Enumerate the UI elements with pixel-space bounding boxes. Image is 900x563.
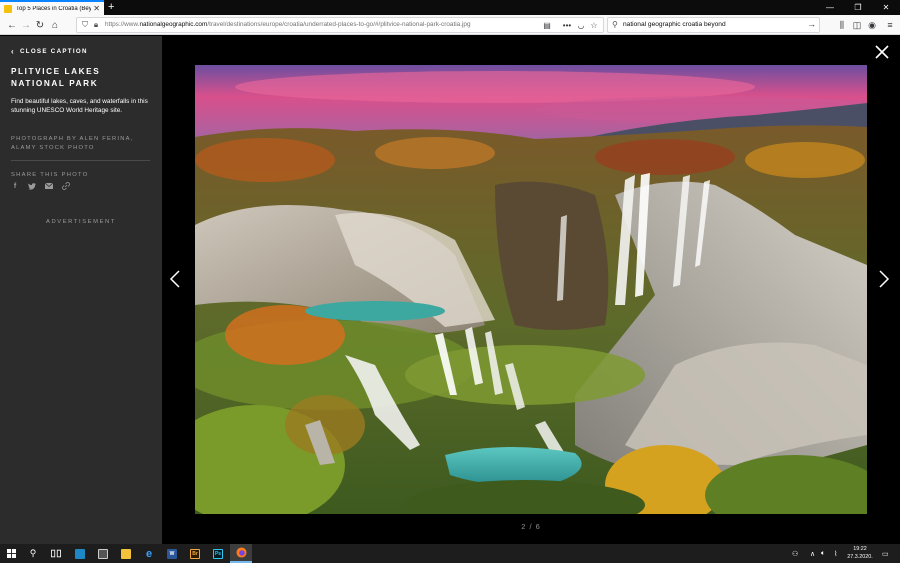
system-clock[interactable]: 19:22 27.3.2020. (840, 546, 880, 561)
firefox-icon[interactable] (230, 544, 252, 563)
url-prefix: https://www. (105, 21, 140, 28)
previous-photo-icon[interactable] (169, 269, 181, 289)
tray-chevron-icon[interactable]: ∧ (810, 544, 815, 563)
tab-title: Top 5 Places in Croatia (Beyond (16, 5, 92, 12)
pocket-icon[interactable]: ◡ (575, 20, 587, 31)
twitter-icon[interactable] (28, 182, 36, 190)
next-photo-icon[interactable] (878, 269, 890, 289)
url-bar[interactable]: ⛉ 🔒︎ https://www.nationalgeographic.com/… (76, 17, 604, 33)
sidebar-icon[interactable]: ◫ (850, 18, 864, 32)
share-icons: f (11, 182, 70, 190)
link-icon[interactable] (62, 182, 70, 190)
photoshop-label: Ps (213, 548, 223, 559)
windows-start-icon[interactable] (0, 544, 22, 563)
forward-icon[interactable]: → (19, 18, 33, 32)
divider (11, 160, 150, 161)
word-icon[interactable]: W (161, 544, 183, 563)
window-controls: — ❐ ✕ (816, 0, 900, 15)
screen: Top 5 Places in Croatia (Beyond ✕ + — ❐ … (0, 0, 900, 563)
close-caption-button[interactable]: ‹ CLOSE CAPTION (11, 47, 88, 56)
menu-icon[interactable]: ≡ (883, 18, 897, 32)
close-caption-label: CLOSE CAPTION (19, 48, 88, 55)
email-icon[interactable] (45, 182, 53, 190)
photo-counter: 2 / 6 (521, 522, 541, 531)
chevron-left-icon: ‹ (11, 47, 15, 56)
photo-credit: PHOTOGRAPH BY ALEN FERINA, ALAMY STOCK P… (11, 136, 134, 151)
people-icon[interactable]: ⚇ (792, 544, 798, 563)
search-icon: ⚲ (612, 20, 618, 29)
tab-favicon-icon (4, 4, 12, 13)
library-icon[interactable]: ⫼ (835, 18, 849, 32)
caption-panel: ‹ CLOSE CAPTION PLITVICE LAKES NATIONAL … (0, 36, 162, 544)
network-icon[interactable]: ⌇ (834, 544, 837, 563)
waterfall-landscape-image (195, 65, 867, 514)
browser-tab[interactable]: Top 5 Places in Croatia (Beyond ✕ (0, 0, 104, 15)
tab-bar: Top 5 Places in Croatia (Beyond ✕ + — ❐ … (0, 0, 900, 15)
close-gallery-icon[interactable] (874, 44, 890, 60)
home-icon[interactable]: ⌂ (48, 18, 62, 32)
bridge-icon[interactable]: Br (184, 544, 206, 563)
edge-icon[interactable]: e (138, 544, 160, 563)
file-explorer-icon[interactable] (115, 544, 137, 563)
task-view-icon[interactable] (45, 544, 67, 563)
reader-icon[interactable]: ▤ (541, 20, 553, 31)
reload-icon[interactable]: ↻ (33, 18, 47, 32)
tab-close-icon[interactable]: ✕ (93, 4, 100, 13)
photo-description: Find beautiful lakes, caves, and waterfa… (11, 98, 148, 114)
share-label: SHARE THIS PHOTO (11, 172, 89, 178)
windows-taskbar: ⚲ e W Br Ps ⚇ ∧ 🔈︎ ⌇ 19:22 27.3.2020. ▭ (0, 544, 900, 563)
navigation-toolbar: ← → ↻ ⌂ ⛉ 🔒︎ https://www.nationalgeograp… (0, 15, 900, 35)
bridge-label: Br (190, 548, 200, 559)
shield-icon[interactable]: ⛉ (80, 20, 90, 30)
search-bar[interactable]: ⚲ national geographic croatia beyond → (607, 17, 820, 33)
facebook-icon[interactable]: f (11, 182, 19, 190)
window-close-icon[interactable]: ✕ (872, 0, 900, 15)
search-input[interactable]: national geographic croatia beyond (623, 21, 726, 28)
url-host: nationalgeographic.com (139, 21, 208, 28)
url-text[interactable]: https://www.nationalgeographic.com/trave… (105, 21, 471, 28)
clock-time: 19:22 (853, 546, 867, 552)
notifications-icon[interactable]: ▭ (882, 544, 889, 563)
photo-gallery: 2 / 6 (162, 36, 900, 544)
new-tab-button[interactable]: + (108, 1, 114, 13)
minimize-icon[interactable]: — (816, 0, 844, 15)
calculator-icon[interactable] (92, 544, 114, 563)
more-icon[interactable]: ••• (561, 20, 573, 31)
volume-icon[interactable]: 🔈︎ (821, 544, 825, 563)
clock-date: 27.3.2020. (847, 553, 873, 560)
photoshop-icon[interactable]: Ps (207, 544, 229, 563)
back-icon[interactable]: ← (5, 18, 19, 32)
account-icon[interactable]: ◉ (865, 18, 879, 32)
monitor-app-icon[interactable] (69, 544, 91, 563)
plitvice-lakes-photo (195, 65, 867, 514)
url-path: /travel/destinations/europe/croatia/unde… (207, 21, 471, 28)
restore-icon[interactable]: ❐ (844, 0, 872, 15)
word-label: W (167, 548, 177, 559)
search-icon[interactable]: ⚲ (22, 544, 44, 563)
photo-title: PLITVICE LAKES NATIONAL PARK (11, 67, 101, 88)
lock-icon[interactable]: 🔒︎ (91, 20, 101, 30)
advertisement-label: ADVERTISEMENT (46, 219, 116, 225)
go-arrow-icon[interactable]: → (807, 19, 816, 29)
star-icon[interactable]: ☆ (588, 20, 600, 31)
